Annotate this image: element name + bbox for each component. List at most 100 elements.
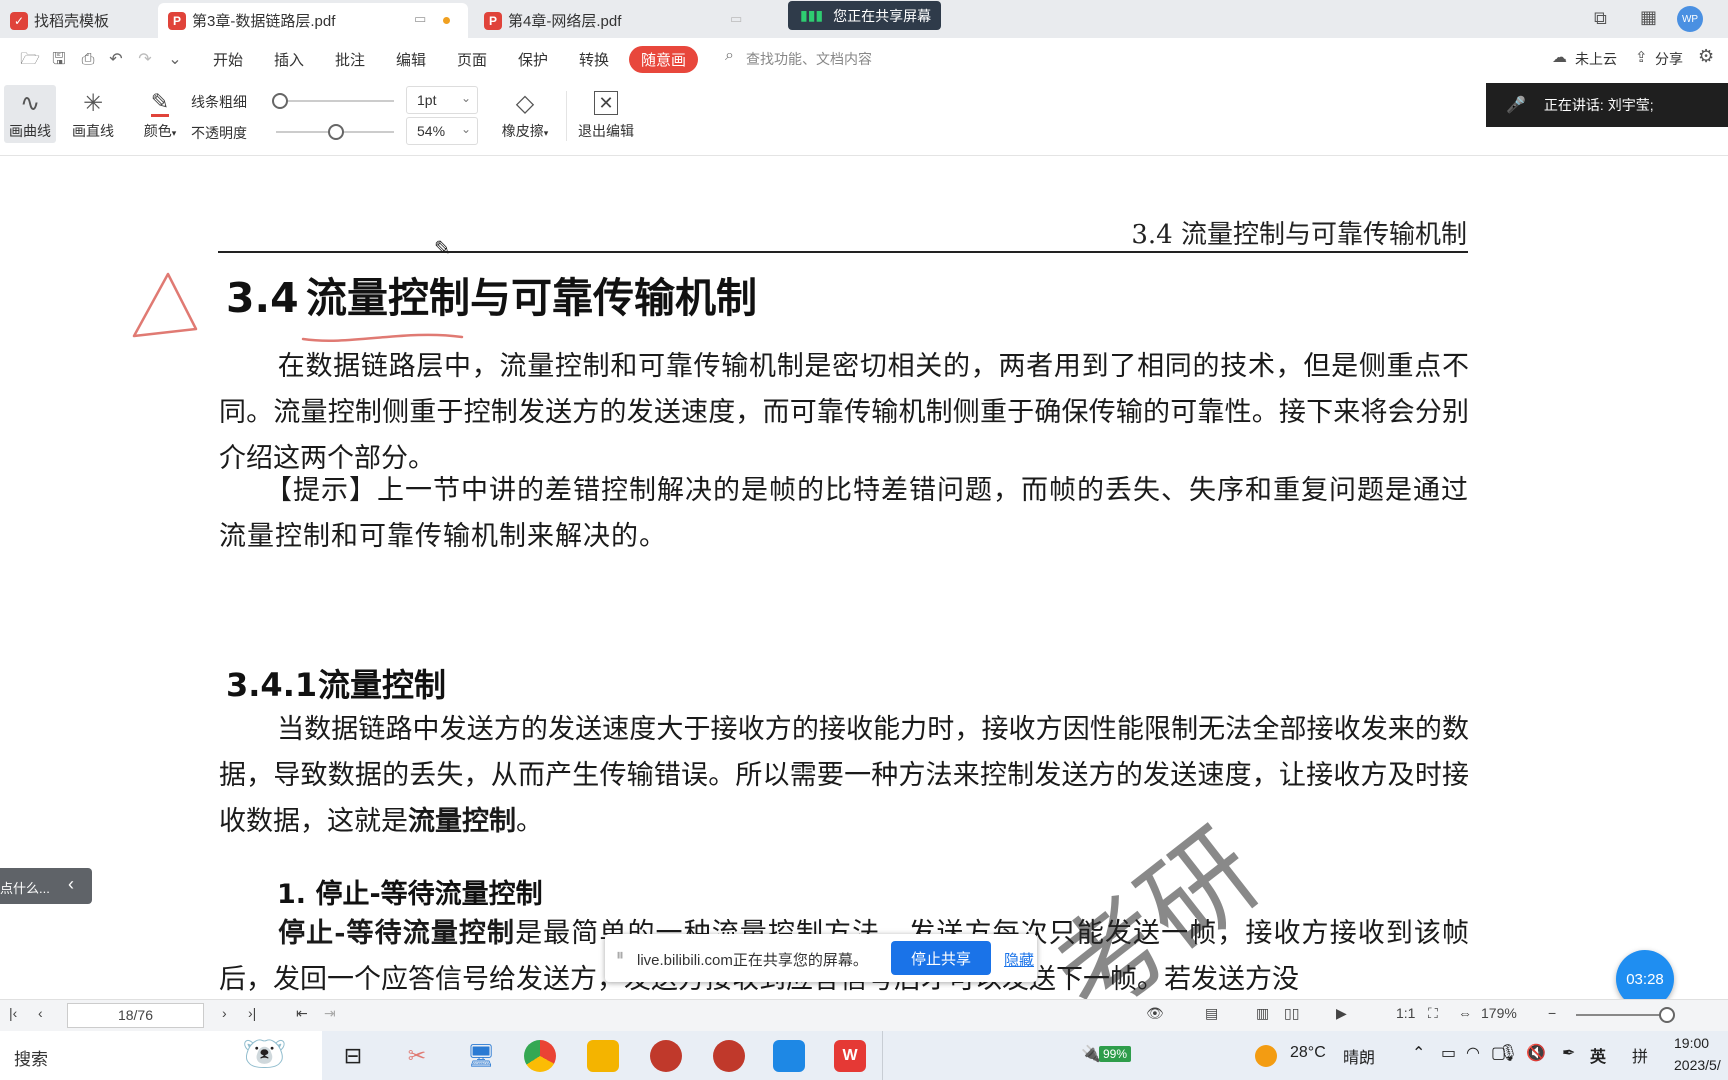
fit-width-icon[interactable]: ⇔ [1458,1005,1472,1021]
volume-mute-icon[interactable]: 🔇 [1526,1043,1546,1063]
ime-mode[interactable]: 拼 [1632,1043,1648,1067]
next-page-icon[interactable]: › [222,1005,227,1021]
line-width-select[interactable]: 1pt ⌄ [406,86,478,114]
taskbar-search[interactable]: 搜索 🐻‍❄️ [0,1031,322,1080]
menu-convert[interactable]: 转换 [579,49,609,70]
monitor-icon[interactable]: ▭ [730,11,742,27]
drag-handle-icon[interactable]: ⏸ [616,947,624,965]
task-view-icon[interactable]: ⊟ [337,1040,369,1072]
share-button[interactable]: 分享 [1655,49,1683,69]
flow-control-end: 。 [516,806,543,837]
unsaved-dot-icon [443,17,450,24]
hide-link[interactable]: 隐藏 [1004,949,1034,970]
menu-start[interactable]: 开始 [213,49,243,70]
save-icon[interactable]: 🖫 [49,50,69,70]
eraser-label: 橡皮擦 [501,123,544,139]
snip-tool-icon[interactable]: ✂ [401,1040,433,1072]
settings-gear-icon[interactable]: ⚙ [1698,46,1714,67]
clock-time[interactable]: 19:00 [1674,1035,1709,1051]
menu-page[interactable]: 页面 [457,49,487,70]
first-page-icon[interactable]: |‹ [9,1005,17,1021]
menu-freehand[interactable]: 随意画 [629,46,699,73]
chevron-left-icon[interactable]: ‹ [68,874,74,895]
mic-tray-icon[interactable]: 🎙 [1498,1043,1518,1063]
menu-edit[interactable]: 编辑 [396,49,426,70]
eye-view-icon[interactable]: 👁 [1146,1005,1164,1022]
chevron-down-icon: ⌄ [460,91,471,105]
previous-page-icon[interactable]: ‹ [38,1005,43,1021]
tab-label: 第4章-网络层.pdf [508,13,622,30]
zoom-slider-handle[interactable] [1659,1007,1675,1023]
screen-share-banner[interactable]: ▮▮▮ 您正在共享屏幕 [788,1,941,30]
opacity-value: 54% [417,123,446,139]
monitor-icon[interactable]: ▭ [414,11,426,27]
microphone-icon: 🎤 [1506,97,1526,114]
avatar[interactable]: WP [1677,6,1703,32]
clock-date[interactable]: 2023/5/ [1674,1057,1721,1073]
wps-icon[interactable]: W [834,1040,866,1072]
zoom-out-icon[interactable]: − [1548,1005,1556,1021]
line-width-slider[interactable] [276,100,394,102]
back-icon[interactable]: ⇤ [296,1005,308,1022]
grid-apps-icon[interactable]: ▦ [1640,7,1657,28]
menu-insert[interactable]: 插入 [274,49,304,70]
stop-sharing-button[interactable]: 停止共享 [891,941,991,975]
chevron-down-icon[interactable]: ⌄ [165,50,185,70]
draw-line-button[interactable]: ✳ 画直线 [67,85,119,143]
battery-tray-icon[interactable]: ▭ [1441,1043,1456,1063]
weather[interactable]: 晴朗 [1343,1044,1375,1068]
page-number-input[interactable]: 18/76 [67,1003,204,1028]
continuous-page-icon[interactable]: ▥ [1256,1005,1269,1022]
search-input[interactable]: 查找功能、文档内容 [746,49,872,69]
undo-icon[interactable]: ↶ [106,50,126,70]
play-icon[interactable]: ▶ [1336,1005,1347,1022]
opacity-slider-handle[interactable] [328,124,344,140]
pen-tray-icon[interactable]: ✒ [1562,1043,1575,1063]
chevron-down-icon: ⌄ [460,122,471,136]
app-icon-2[interactable] [713,1040,745,1072]
flow-control-term: 流量控制 [408,806,516,837]
draw-curve-label: 画曲线 [9,123,51,139]
tab-label: 找稻壳模板 [34,13,110,30]
chrome-icon[interactable] [524,1040,556,1072]
zoom-level[interactable]: 179% [1481,1005,1517,1021]
tab-chapter4[interactable]: P 第4章-网络层.pdf ▭ [474,3,784,38]
print-icon[interactable]: ⎙ [78,50,98,70]
two-page-icon[interactable]: ▯▯ [1284,1005,1299,1022]
cloud-status[interactable]: 未上云 [1575,49,1617,69]
tab-template[interactable]: ✓ 找稻壳模板 [0,3,152,38]
single-page-icon[interactable]: ▤ [1205,1005,1218,1022]
chevron-up-icon[interactable]: ⌃ [1412,1043,1425,1063]
ime-language[interactable]: 英 [1590,1043,1606,1067]
eraser-icon: ◇ [515,89,535,117]
last-page-icon[interactable]: ›| [248,1005,256,1021]
opacity-select[interactable]: 54% ⌄ [406,117,478,145]
pen-color-icon: ✎ [136,85,184,121]
computer-icon[interactable]: 🖥 [465,1040,497,1072]
ink-underline [301,333,464,342]
close-box-icon: ✕ [572,85,640,121]
zoom-slider[interactable] [1576,1014,1666,1016]
window-layout-icon[interactable]: ⧉ [1594,8,1607,29]
wifi-icon[interactable]: ◠ [1466,1043,1480,1063]
fit-page-icon[interactable]: ⛶ [1428,1005,1438,1022]
actual-size-icon[interactable]: 1:1 [1396,1005,1415,1021]
eraser-button[interactable]: ◇ 橡皮擦▾ [494,85,556,143]
menu-protect[interactable]: 保护 [518,49,548,70]
tab-chapter3[interactable]: P 第3章-数据链路层.pdf ▭ [158,3,468,38]
draw-curve-button[interactable]: ∿ 画曲线 [4,85,56,143]
forward-icon[interactable]: ⇥ [324,1005,336,1022]
side-hint-panel[interactable]: 点什么... ‹ [0,868,92,904]
temperature[interactable]: 28°C [1290,1044,1326,1062]
app-icon-1[interactable] [650,1040,682,1072]
menu-annotate[interactable]: 批注 [335,49,365,70]
redo-icon[interactable]: ↷ [135,50,155,70]
line-width-slider-handle[interactable] [272,93,288,109]
file-explorer-icon[interactable] [587,1040,619,1072]
battery-icon[interactable]: 🔌 [1081,1044,1101,1064]
curve-icon: ∿ [19,89,41,117]
exit-edit-button[interactable]: ✕ 退出编辑 [572,85,640,143]
meeting-app-icon[interactable] [773,1040,805,1072]
color-button[interactable]: ✎ 颜色▾ [136,85,184,143]
open-folder-icon[interactable]: 🗁 [20,50,40,70]
